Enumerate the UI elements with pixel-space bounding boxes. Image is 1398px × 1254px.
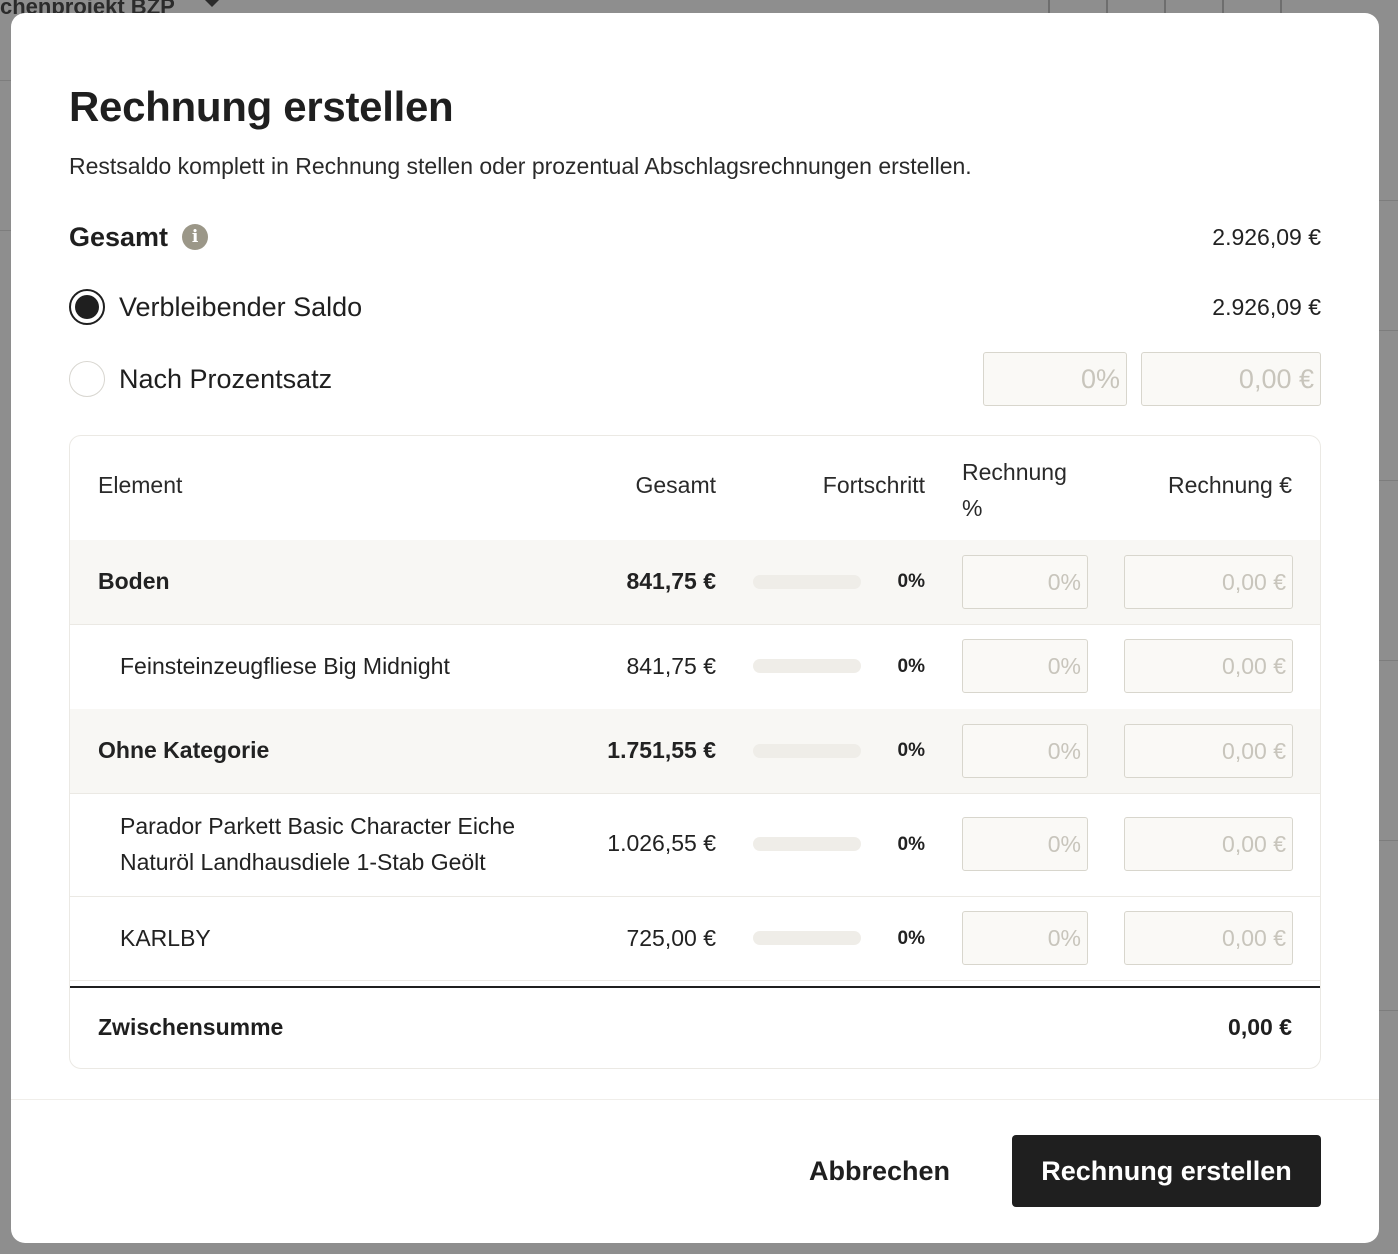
radio-by-percentage[interactable]	[69, 361, 105, 397]
total-row: Gesamt i 2.926,09 €	[69, 219, 1321, 255]
option-percent-row: Nach Prozentsatz	[69, 352, 1321, 406]
total-label: Gesamt	[69, 221, 169, 252]
total-value: 2.926,09 €	[1212, 223, 1321, 250]
option-remaining[interactable]: Verbleibender Saldo	[69, 289, 362, 325]
progress-bar	[753, 744, 861, 758]
progress-label: 0%	[897, 928, 925, 949]
row-amount-input[interactable]	[1124, 817, 1293, 871]
modal-subtitle: Restsaldo komplett in Rechnung stellen o…	[69, 153, 972, 179]
progress-label: 0%	[897, 571, 925, 592]
progress-label: 0%	[897, 740, 925, 761]
row-percent-input[interactable]	[962, 911, 1088, 965]
subtotal-value: 0,00 €	[1228, 1014, 1292, 1040]
modal-title: Rechnung erstellen	[69, 83, 454, 130]
row-total: 1.751,55 €	[607, 737, 716, 763]
row-name: Boden	[98, 568, 170, 594]
progress-bar	[753, 837, 861, 851]
row-total: 725,00 €	[626, 925, 716, 951]
header-invoice-pct: Rechnung %	[962, 459, 1067, 521]
option-percent-label: Nach Prozentsatz	[119, 363, 333, 394]
header-progress: Fortschritt	[822, 472, 925, 498]
create-invoice-button[interactable]: Rechnung erstellen	[1012, 1135, 1321, 1207]
radio-remaining-balance[interactable]	[69, 289, 105, 325]
progress-bar	[753, 931, 861, 945]
progress-label: 0%	[897, 656, 925, 677]
header-element: Element	[98, 472, 183, 498]
option-remaining-label: Verbleibender Saldo	[119, 291, 363, 322]
row-name: Feinsteinzeugfliese Big Midnight	[120, 653, 450, 679]
row-percent-input[interactable]	[962, 555, 1088, 609]
info-icon[interactable]: i	[182, 224, 209, 250]
cancel-button[interactable]: Abbrechen	[781, 1135, 978, 1207]
row-total: 1.026,55 €	[607, 830, 716, 856]
header-invoice-eur: Rechnung €	[1167, 472, 1292, 498]
table-row: Parador Parkett Basic Character Eiche Na…	[70, 793, 1320, 897]
table-header: Element Gesamt Fortschritt Rechnung % Re…	[70, 436, 1320, 541]
subtotal-divider	[70, 986, 1320, 988]
table-row: Ohne Kategorie 1.751,55 € 0%	[70, 709, 1320, 794]
chevron-down-icon	[205, 0, 219, 7]
percent-input[interactable]	[983, 352, 1127, 406]
row-amount-input[interactable]	[1124, 724, 1293, 778]
row-percent-input[interactable]	[962, 817, 1088, 871]
invoice-modal: Rechnung erstellen Restsaldo komplett in…	[11, 13, 1379, 1243]
option-percent[interactable]: Nach Prozentsatz	[69, 361, 332, 397]
table-row: KARLBY 725,00 € 0%	[70, 896, 1320, 981]
row-amount-input[interactable]	[1124, 911, 1293, 965]
table-row: Boden 841,75 € 0%	[70, 540, 1320, 625]
row-name: KARLBY	[120, 925, 211, 951]
footer-divider	[11, 1099, 1379, 1100]
row-total: 841,75 €	[626, 568, 716, 594]
row-amount-input[interactable]	[1124, 639, 1293, 693]
progress-label: 0%	[897, 834, 925, 855]
option-remaining-value: 2.926,09 €	[1212, 293, 1321, 320]
progress-bar	[753, 659, 861, 673]
row-amount-input[interactable]	[1124, 555, 1293, 609]
row-name: Ohne Kategorie	[98, 737, 270, 763]
row-percent-input[interactable]	[962, 639, 1088, 693]
table-row: Feinsteinzeugfliese Big Midnight 841,75 …	[70, 624, 1320, 710]
row-name: Parador Parkett Basic Character Eiche Na…	[120, 813, 516, 875]
subtotal-label: Zwischensumme	[98, 1014, 284, 1040]
amount-input[interactable]	[1141, 352, 1321, 406]
row-total: 841,75 €	[626, 653, 716, 679]
invoice-items-table: Element Gesamt Fortschritt Rechnung % Re…	[69, 435, 1321, 1069]
header-total: Gesamt	[635, 472, 716, 498]
progress-bar	[753, 575, 861, 589]
option-remaining-row: Verbleibender Saldo 2.926,09 €	[69, 287, 1321, 327]
background-toolbar	[1048, 0, 1338, 14]
row-percent-input[interactable]	[962, 724, 1088, 778]
